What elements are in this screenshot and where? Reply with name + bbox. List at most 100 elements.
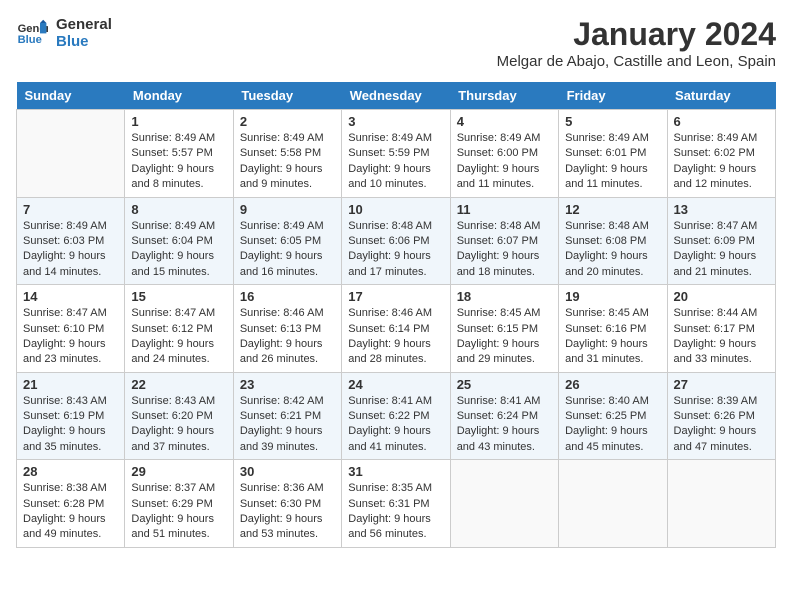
sunrise-time: Sunrise: 8:37 AM <box>131 481 226 496</box>
sunrise-time: Sunrise: 8:43 AM <box>131 394 226 409</box>
calendar-cell-w2-d2: 8 Sunrise: 8:49 AM Sunset: 6:04 PM Dayli… <box>125 197 233 285</box>
week-row-5: 28 Sunrise: 8:38 AM Sunset: 6:28 PM Dayl… <box>17 460 776 548</box>
week-row-2: 7 Sunrise: 8:49 AM Sunset: 6:03 PM Dayli… <box>17 197 776 285</box>
calendar-cell-w1-d1 <box>17 110 125 198</box>
daylight-hours: Daylight: 9 hours and 45 minutes. <box>565 424 660 455</box>
daylight-hours: Daylight: 9 hours and 21 minutes. <box>674 249 769 280</box>
day-info: Sunrise: 8:48 AM Sunset: 6:06 PM Dayligh… <box>348 219 443 281</box>
sunrise-time: Sunrise: 8:49 AM <box>240 131 335 146</box>
daylight-hours: Daylight: 9 hours and 8 minutes. <box>131 162 226 193</box>
daylight-hours: Daylight: 9 hours and 16 minutes. <box>240 249 335 280</box>
day-info: Sunrise: 8:44 AM Sunset: 6:17 PM Dayligh… <box>674 306 769 368</box>
calendar-cell-w4-d6: 26 Sunrise: 8:40 AM Sunset: 6:25 PM Dayl… <box>559 372 667 460</box>
day-info: Sunrise: 8:46 AM Sunset: 6:13 PM Dayligh… <box>240 306 335 368</box>
daylight-hours: Daylight: 9 hours and 12 minutes. <box>674 162 769 193</box>
calendar-cell-w3-d7: 20 Sunrise: 8:44 AM Sunset: 6:17 PM Dayl… <box>667 285 775 373</box>
header-thursday: Thursday <box>450 82 558 110</box>
daylight-hours: Daylight: 9 hours and 51 minutes. <box>131 512 226 543</box>
day-info: Sunrise: 8:49 AM Sunset: 5:57 PM Dayligh… <box>131 131 226 193</box>
sunset-time: Sunset: 6:30 PM <box>240 497 335 512</box>
sunrise-time: Sunrise: 8:48 AM <box>457 219 552 234</box>
calendar-cell-w3-d3: 16 Sunrise: 8:46 AM Sunset: 6:13 PM Dayl… <box>233 285 341 373</box>
daylight-hours: Daylight: 9 hours and 24 minutes. <box>131 337 226 368</box>
day-number: 24 <box>348 377 443 392</box>
month-title: January 2024 <box>497 16 776 53</box>
logo-icon: General Blue <box>16 19 48 47</box>
sunrise-time: Sunrise: 8:48 AM <box>348 219 443 234</box>
calendar-cell-w1-d4: 3 Sunrise: 8:49 AM Sunset: 5:59 PM Dayli… <box>342 110 450 198</box>
sunset-time: Sunset: 6:16 PM <box>565 322 660 337</box>
daylight-hours: Daylight: 9 hours and 26 minutes. <box>240 337 335 368</box>
sunrise-time: Sunrise: 8:41 AM <box>348 394 443 409</box>
daylight-hours: Daylight: 9 hours and 9 minutes. <box>240 162 335 193</box>
day-number: 9 <box>240 202 335 217</box>
calendar-cell-w4-d3: 23 Sunrise: 8:42 AM Sunset: 6:21 PM Dayl… <box>233 372 341 460</box>
sunset-time: Sunset: 6:20 PM <box>131 409 226 424</box>
calendar-cell-w5-d2: 29 Sunrise: 8:37 AM Sunset: 6:29 PM Dayl… <box>125 460 233 548</box>
daylight-hours: Daylight: 9 hours and 17 minutes. <box>348 249 443 280</box>
calendar-cell-w1-d2: 1 Sunrise: 8:49 AM Sunset: 5:57 PM Dayli… <box>125 110 233 198</box>
day-number: 17 <box>348 289 443 304</box>
day-info: Sunrise: 8:45 AM Sunset: 6:16 PM Dayligh… <box>565 306 660 368</box>
calendar-cell-w3-d2: 15 Sunrise: 8:47 AM Sunset: 6:12 PM Dayl… <box>125 285 233 373</box>
day-number: 11 <box>457 202 552 217</box>
calendar-cell-w4-d7: 27 Sunrise: 8:39 AM Sunset: 6:26 PM Dayl… <box>667 372 775 460</box>
day-number: 28 <box>23 464 118 479</box>
day-number: 20 <box>674 289 769 304</box>
daylight-hours: Daylight: 9 hours and 28 minutes. <box>348 337 443 368</box>
week-row-1: 1 Sunrise: 8:49 AM Sunset: 5:57 PM Dayli… <box>17 110 776 198</box>
calendar-cell-w5-d6 <box>559 460 667 548</box>
daylight-hours: Daylight: 9 hours and 33 minutes. <box>674 337 769 368</box>
daylight-hours: Daylight: 9 hours and 10 minutes. <box>348 162 443 193</box>
day-info: Sunrise: 8:49 AM Sunset: 5:59 PM Dayligh… <box>348 131 443 193</box>
day-info: Sunrise: 8:48 AM Sunset: 6:08 PM Dayligh… <box>565 219 660 281</box>
sunrise-time: Sunrise: 8:49 AM <box>565 131 660 146</box>
day-info: Sunrise: 8:49 AM Sunset: 6:05 PM Dayligh… <box>240 219 335 281</box>
daylight-hours: Daylight: 9 hours and 49 minutes. <box>23 512 118 543</box>
day-info: Sunrise: 8:49 AM Sunset: 6:02 PM Dayligh… <box>674 131 769 193</box>
sunset-time: Sunset: 6:29 PM <box>131 497 226 512</box>
sunset-time: Sunset: 6:06 PM <box>348 234 443 249</box>
calendar-cell-w2-d7: 13 Sunrise: 8:47 AM Sunset: 6:09 PM Dayl… <box>667 197 775 285</box>
day-number: 16 <box>240 289 335 304</box>
calendar-cell-w1-d6: 5 Sunrise: 8:49 AM Sunset: 6:01 PM Dayli… <box>559 110 667 198</box>
calendar-cell-w1-d7: 6 Sunrise: 8:49 AM Sunset: 6:02 PM Dayli… <box>667 110 775 198</box>
sunset-time: Sunset: 6:17 PM <box>674 322 769 337</box>
calendar-cell-w5-d7 <box>667 460 775 548</box>
day-info: Sunrise: 8:35 AM Sunset: 6:31 PM Dayligh… <box>348 481 443 543</box>
day-number: 15 <box>131 289 226 304</box>
sunrise-time: Sunrise: 8:45 AM <box>565 306 660 321</box>
day-info: Sunrise: 8:43 AM Sunset: 6:19 PM Dayligh… <box>23 394 118 456</box>
calendar-cell-w4-d1: 21 Sunrise: 8:43 AM Sunset: 6:19 PM Dayl… <box>17 372 125 460</box>
sunset-time: Sunset: 6:24 PM <box>457 409 552 424</box>
day-number: 2 <box>240 114 335 129</box>
day-info: Sunrise: 8:39 AM Sunset: 6:26 PM Dayligh… <box>674 394 769 456</box>
day-info: Sunrise: 8:49 AM Sunset: 5:58 PM Dayligh… <box>240 131 335 193</box>
day-number: 10 <box>348 202 443 217</box>
sunrise-time: Sunrise: 8:35 AM <box>348 481 443 496</box>
sunset-time: Sunset: 6:19 PM <box>23 409 118 424</box>
calendar-cell-w1-d3: 2 Sunrise: 8:49 AM Sunset: 5:58 PM Dayli… <box>233 110 341 198</box>
week-row-3: 14 Sunrise: 8:47 AM Sunset: 6:10 PM Dayl… <box>17 285 776 373</box>
day-number: 18 <box>457 289 552 304</box>
daylight-hours: Daylight: 9 hours and 39 minutes. <box>240 424 335 455</box>
day-number: 30 <box>240 464 335 479</box>
sunset-time: Sunset: 6:13 PM <box>240 322 335 337</box>
header-tuesday: Tuesday <box>233 82 341 110</box>
sunrise-time: Sunrise: 8:43 AM <box>23 394 118 409</box>
day-number: 12 <box>565 202 660 217</box>
sunset-time: Sunset: 6:04 PM <box>131 234 226 249</box>
sunset-time: Sunset: 6:21 PM <box>240 409 335 424</box>
calendar-cell-w4-d4: 24 Sunrise: 8:41 AM Sunset: 6:22 PM Dayl… <box>342 372 450 460</box>
day-info: Sunrise: 8:47 AM Sunset: 6:10 PM Dayligh… <box>23 306 118 368</box>
sunrise-time: Sunrise: 8:49 AM <box>674 131 769 146</box>
sunrise-time: Sunrise: 8:47 AM <box>23 306 118 321</box>
sunrise-time: Sunrise: 8:44 AM <box>674 306 769 321</box>
day-info: Sunrise: 8:41 AM Sunset: 6:24 PM Dayligh… <box>457 394 552 456</box>
calendar-cell-w4-d2: 22 Sunrise: 8:43 AM Sunset: 6:20 PM Dayl… <box>125 372 233 460</box>
page-header: General Blue General Blue January 2024 M… <box>16 16 776 70</box>
logo-text-general: General <box>56 16 112 33</box>
week-row-4: 21 Sunrise: 8:43 AM Sunset: 6:19 PM Dayl… <box>17 372 776 460</box>
title-section: January 2024 Melgar de Abajo, Castille a… <box>497 16 776 70</box>
day-number: 8 <box>131 202 226 217</box>
